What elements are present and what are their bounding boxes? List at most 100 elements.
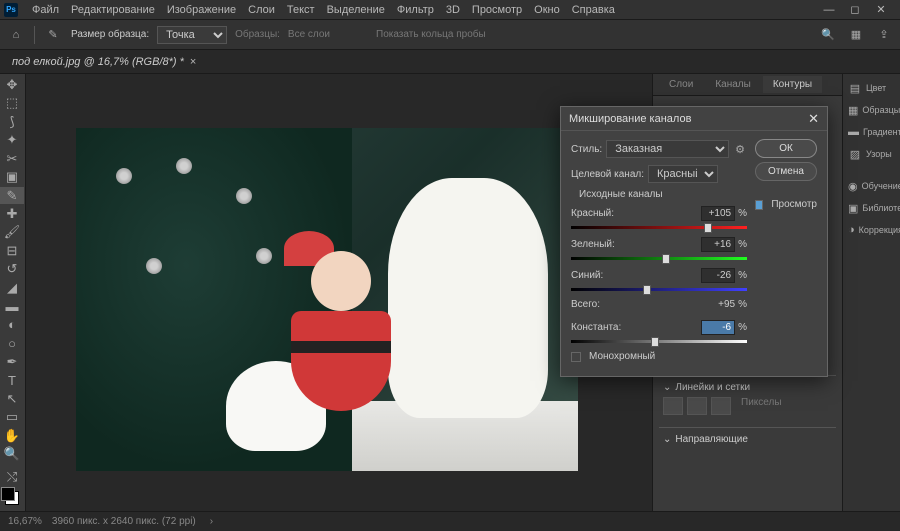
share-icon[interactable]: ⇪ — [874, 25, 894, 45]
blur-tool-icon[interactable]: ◐ — [0, 316, 24, 333]
eraser-tool-icon[interactable]: ◢ — [0, 279, 24, 296]
sample-size-select[interactable]: Точка — [157, 26, 227, 44]
frame-tool-icon[interactable]: ▣ — [0, 168, 24, 185]
cancel-button[interactable]: Отмена — [755, 162, 817, 181]
zoom-tool-icon[interactable]: 🔍 — [0, 445, 24, 462]
history-brush-icon[interactable]: ↺ — [0, 261, 24, 278]
acc-rulers-grids[interactable]: ⌄Линейки и сетки — [663, 382, 832, 393]
menu-filter[interactable]: Фильтр — [391, 4, 440, 16]
constant-input[interactable] — [701, 320, 735, 335]
adjust-icon: ◑ — [848, 223, 855, 237]
marquee-tool-icon[interactable]: ⬚ — [0, 94, 24, 111]
preview-label: Просмотр — [771, 199, 817, 210]
pct-label: % — [738, 208, 747, 219]
side-tab-gradients[interactable]: ▬Градиенты — [843, 122, 900, 142]
dialog-title: Микширование каналов — [569, 113, 691, 125]
move-tool-icon[interactable]: ✥ — [0, 76, 24, 93]
stamp-tool-icon[interactable]: ⊟ — [0, 242, 24, 259]
canvas-image — [76, 128, 578, 471]
menu-bar: Ps Файл Редактирование Изображение Слои … — [0, 0, 900, 20]
pixels-label: Пикселы — [741, 397, 782, 415]
side-tab-libraries[interactable]: ▣Библиотеки — [843, 198, 900, 218]
canvas-area[interactable] — [26, 74, 652, 511]
chevron-right-icon[interactable]: › — [210, 516, 213, 527]
style-select[interactable]: Заказная — [606, 140, 729, 158]
eyedropper-icon[interactable]: ✎ — [43, 25, 63, 45]
side-tab-patterns[interactable]: ▨Узоры — [843, 144, 900, 164]
green-input[interactable] — [701, 237, 735, 252]
doc-dimensions: 3960 пикс. x 2640 пикс. (72 ppi) — [52, 516, 196, 527]
tab-layers[interactable]: Слои — [659, 76, 703, 93]
home-icon[interactable]: ⌂ — [6, 25, 26, 45]
menu-text[interactable]: Текст — [281, 4, 321, 16]
close-icon[interactable]: ✕ — [874, 3, 888, 17]
path-tool-icon[interactable]: ↖ — [0, 390, 24, 407]
lasso-tool-icon[interactable]: ⟆ — [0, 113, 24, 130]
tab-paths[interactable]: Контуры — [763, 76, 822, 93]
side-tab-adjustments[interactable]: ◑Коррекция — [843, 220, 900, 240]
red-slider[interactable] — [571, 223, 747, 231]
brush-tool-icon[interactable]: 🖌 — [0, 224, 24, 241]
sample-size-label: Размер образца: — [71, 29, 149, 40]
dialog-close-icon[interactable]: ✕ — [808, 111, 819, 127]
tab-channels[interactable]: Каналы — [705, 76, 761, 93]
total-label: Всего: — [571, 299, 600, 310]
menu-file[interactable]: Файл — [26, 4, 65, 16]
green-label: Зеленый: — [571, 239, 615, 250]
menu-edit[interactable]: Редактирование — [65, 4, 161, 16]
hand-tool-icon[interactable]: ✋ — [0, 427, 24, 444]
options-bar: ⌂ ✎ Размер образца: Точка Образцы: Все с… — [0, 20, 900, 50]
side-tab-color[interactable]: ▤Цвет — [843, 78, 900, 98]
ruler-btn-icon[interactable] — [663, 397, 683, 415]
grid-btn-icon[interactable] — [687, 397, 707, 415]
color-swatches-icon[interactable] — [0, 486, 24, 509]
menu-window[interactable]: Окно — [528, 4, 566, 16]
heal-tool-icon[interactable]: ✚ — [0, 205, 24, 222]
green-slider[interactable] — [571, 254, 747, 262]
side-tab-learn[interactable]: ◉Обучение — [843, 176, 900, 196]
dialog-titlebar[interactable]: Микширование каналов ✕ — [561, 107, 827, 131]
target-channel-select[interactable]: Красный — [648, 165, 718, 183]
pen-tool-icon[interactable]: ✒ — [0, 353, 24, 370]
gear-icon[interactable]: ⚙ — [733, 139, 747, 159]
menu-help[interactable]: Справка — [566, 4, 621, 16]
type-tool-icon[interactable]: T — [0, 372, 24, 389]
zoom-level[interactable]: 16,67% — [8, 516, 42, 527]
red-input[interactable] — [701, 206, 735, 221]
toolbar: ✥ ⬚ ⟆ ✦ ✂ ▣ ✎ ✚ 🖌 ⊟ ↺ ◢ ▬ ◐ ○ ✒ T ↖ ▭ ✋ … — [0, 74, 26, 511]
menu-select[interactable]: Выделение — [321, 4, 391, 16]
red-label: Красный: — [571, 208, 614, 219]
menu-3d[interactable]: 3D — [440, 4, 466, 16]
menu-view[interactable]: Просмотр — [466, 4, 528, 16]
menu-layers[interactable]: Слои — [242, 4, 281, 16]
ok-button[interactable]: ОК — [755, 139, 817, 158]
wand-tool-icon[interactable]: ✦ — [0, 131, 24, 148]
acc-guides[interactable]: ⌄Направляющие — [663, 434, 832, 445]
blue-slider[interactable] — [571, 285, 747, 293]
pct-label: % — [738, 239, 747, 250]
grid2-btn-icon[interactable] — [711, 397, 731, 415]
workspace-icon[interactable]: ▦ — [846, 25, 866, 45]
constant-slider[interactable] — [571, 337, 747, 345]
menu-image[interactable]: Изображение — [161, 4, 242, 16]
color-swap-icon[interactable]: ⤭ — [0, 468, 24, 485]
blue-input[interactable] — [701, 268, 735, 283]
minimize-icon[interactable]: — — [822, 3, 836, 17]
libraries-icon: ▣ — [848, 201, 858, 215]
gradient-tool-icon[interactable]: ▬ — [0, 298, 24, 315]
search-icon[interactable]: 🔍 — [818, 25, 838, 45]
pct-label: % — [738, 322, 747, 333]
doc-tab-close-icon[interactable]: × — [190, 56, 196, 68]
dodge-tool-icon[interactable]: ○ — [0, 335, 24, 352]
mono-label: Монохромный — [589, 351, 655, 362]
preview-checkbox[interactable] — [755, 200, 763, 210]
crop-tool-icon[interactable]: ✂ — [0, 150, 24, 167]
mono-checkbox[interactable] — [571, 352, 581, 362]
patterns-icon: ▨ — [848, 147, 862, 161]
side-tab-swatches[interactable]: ▦Образцы — [843, 100, 900, 120]
document-tab[interactable]: под елкой.jpg @ 16,7% (RGB/8*) * — [12, 56, 184, 68]
samples-label: Образцы: — [235, 29, 280, 40]
eyedropper-tool-icon[interactable]: ✎ — [0, 187, 24, 204]
shape-tool-icon[interactable]: ▭ — [0, 408, 24, 425]
maximize-icon[interactable]: ◻ — [848, 3, 862, 17]
